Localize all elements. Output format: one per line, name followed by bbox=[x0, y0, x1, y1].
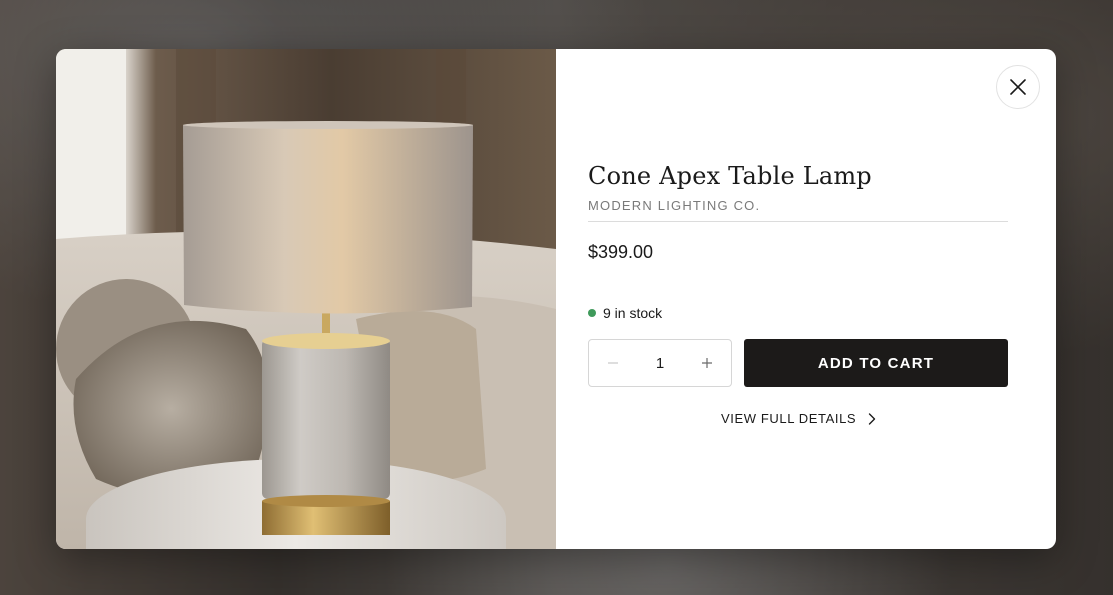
divider bbox=[588, 221, 1008, 222]
view-full-details-link[interactable]: VIEW FULL DETAILS bbox=[721, 411, 876, 426]
close-button[interactable] bbox=[996, 65, 1040, 109]
stock-status: 9 in stock bbox=[588, 305, 662, 321]
decrease-quantity-button[interactable] bbox=[601, 351, 625, 375]
quantity-stepper: 1 bbox=[588, 339, 732, 387]
product-price: $399.00 bbox=[588, 242, 654, 262]
chevron-right-icon bbox=[868, 412, 876, 425]
plus-icon bbox=[702, 358, 712, 368]
quantity-input[interactable]: 1 bbox=[656, 355, 664, 372]
close-icon bbox=[1010, 79, 1026, 95]
quick-view-modal: Cone Apex Table Lamp MODERN LIGHTING CO.… bbox=[56, 49, 1056, 549]
minus-icon bbox=[608, 362, 618, 364]
product-image bbox=[56, 49, 556, 549]
increase-quantity-button[interactable] bbox=[695, 351, 719, 375]
product-vendor[interactable]: MODERN LIGHTING CO. bbox=[588, 198, 760, 213]
view-full-details-label: VIEW FULL DETAILS bbox=[721, 411, 857, 426]
add-to-cart-button[interactable]: ADD TO CART bbox=[744, 339, 1008, 387]
lamp-photo bbox=[56, 49, 556, 549]
stock-indicator-icon bbox=[588, 309, 596, 317]
stock-text: 9 in stock bbox=[603, 305, 663, 321]
product-info-panel: Cone Apex Table Lamp MODERN LIGHTING CO.… bbox=[556, 49, 1056, 549]
product-title: Cone Apex Table Lamp bbox=[588, 162, 872, 190]
